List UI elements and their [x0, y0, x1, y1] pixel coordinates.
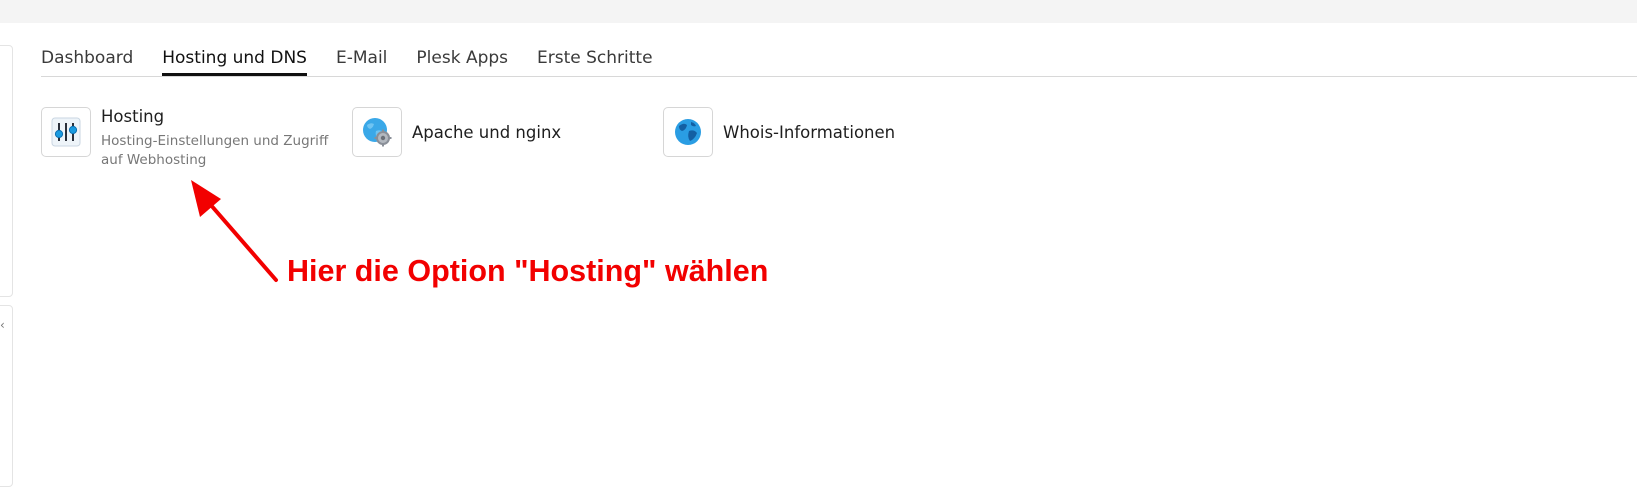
annotation-arrow	[191, 180, 278, 282]
annotation-label: Hier die Option "Hosting" wählen	[287, 254, 769, 288]
